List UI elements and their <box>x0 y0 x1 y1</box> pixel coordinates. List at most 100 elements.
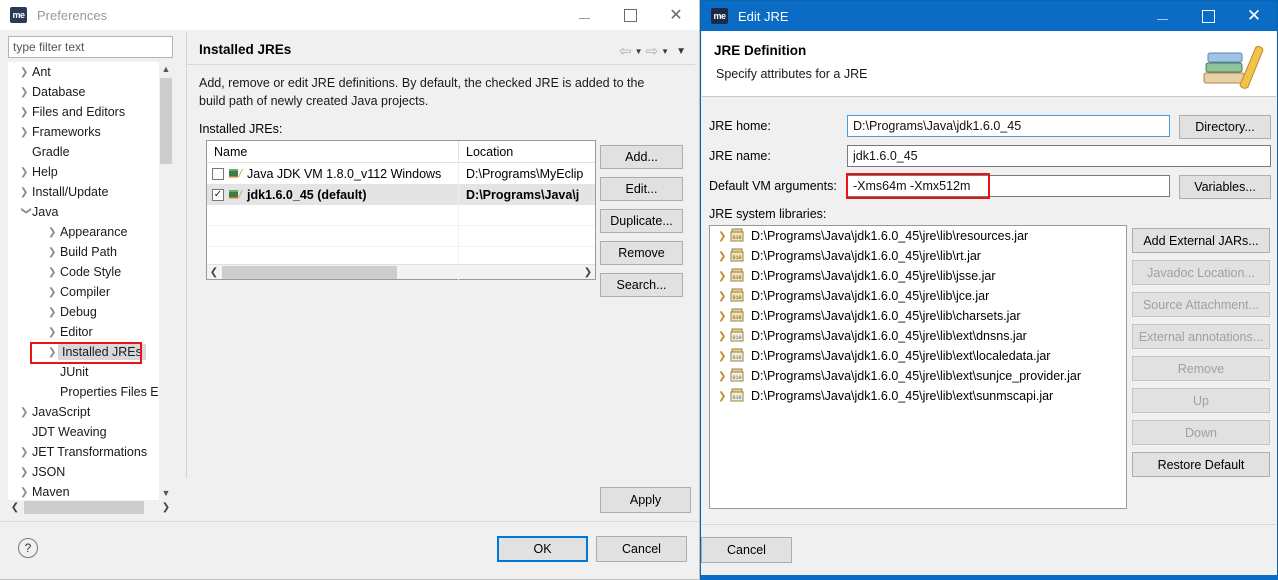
library-row[interactable]: ❯ 010 D:\Programs\Java\jdk1.6.0_45\jre\lib… <box>710 366 1126 386</box>
tree-item-files-and-editors[interactable]: ❯ Files and Editors <box>8 102 159 122</box>
forward-dropdown-icon[interactable]: ▼ <box>661 47 669 56</box>
help-icon[interactable]: ? <box>18 538 38 558</box>
installed-jres-table[interactable]: Name Location Java JDK VM 1.8.0_v112 Win… <box>206 140 596 310</box>
jre-home-input[interactable] <box>847 115 1170 137</box>
edit-jre-window-controls: ✕ <box>1139 1 1277 31</box>
maximize-icon[interactable] <box>1185 1 1231 31</box>
vm-arguments-input[interactable] <box>847 175 1170 197</box>
tree-item-junit[interactable]: JUnit <box>8 362 159 382</box>
svg-text:010: 010 <box>732 255 741 261</box>
installed-jres-label: Installed JREs: <box>199 122 283 136</box>
variables-button[interactable]: Variables... <box>1179 175 1271 199</box>
chevron-right-icon[interactable]: ❯ <box>718 391 730 402</box>
column-header-location[interactable]: Location <box>459 145 595 159</box>
duplicate-jre-button[interactable]: Duplicate... <box>600 209 683 233</box>
close-icon[interactable]: ✕ <box>1231 1 1277 31</box>
checkbox-checked[interactable]: ✓ <box>212 188 224 201</box>
library-row[interactable]: ❯ 010 D:\Programs\Java\jdk1.6.0_45\jre\lib… <box>710 246 1126 266</box>
tree-horizontal-scrollbar[interactable]: ❮ ❯ <box>8 500 173 515</box>
tree-item-database[interactable]: ❯ Database <box>8 82 159 102</box>
tree-item-debug[interactable]: ❯ Debug <box>8 302 159 322</box>
chevron-right-icon[interactable]: ❯ <box>718 351 730 362</box>
checkbox-unchecked[interactable] <box>212 167 224 180</box>
scrollbar-thumb[interactable] <box>24 501 144 514</box>
tree-item-ant[interactable]: ❯ Ant <box>8 62 159 82</box>
jre-system-libraries-list[interactable]: ❯ 010 D:\Programs\Java\jdk1.6.0_45\jre\lib… <box>709 225 1127 509</box>
scroll-up-icon[interactable]: ▲ <box>159 62 173 76</box>
scrollbar-thumb[interactable] <box>160 78 172 164</box>
chevron-right-icon[interactable]: ❯ <box>718 271 730 282</box>
scroll-left-icon[interactable]: ❮ <box>207 265 221 280</box>
back-arrow-icon[interactable]: ⇦ <box>619 42 632 60</box>
add-external-jars-button[interactable]: Add External JARs... <box>1132 228 1270 253</box>
tree-item-label: JET Transformations <box>32 445 148 459</box>
tree-item-maven[interactable]: ❯ Maven <box>8 482 159 500</box>
minimize-icon[interactable] <box>561 0 607 30</box>
preferences-tree[interactable]: ❯ Ant ❯ Database ❯ Files and Editors ❯ Frame… <box>8 62 159 500</box>
add-jre-button[interactable]: Add... <box>600 145 683 169</box>
scroll-right-icon[interactable]: ❯ <box>581 265 595 280</box>
tree-item-appearance[interactable]: ❯ Appearance <box>8 222 159 242</box>
maximize-icon[interactable] <box>607 0 653 30</box>
tree-item-help[interactable]: ❯ Help <box>8 162 159 182</box>
table-horizontal-scrollbar[interactable]: ❮ ❯ <box>207 264 595 279</box>
table-empty-row <box>207 226 595 247</box>
tree-item-label: Code Style <box>60 265 122 279</box>
library-row[interactable]: ❯ 010 D:\Programs\Java\jdk1.6.0_45\jre\lib… <box>710 326 1126 346</box>
edit-jre-button[interactable]: Edit... <box>600 177 683 201</box>
cancel-button[interactable]: Cancel <box>701 537 792 563</box>
tree-item-compiler[interactable]: ❯ Compiler <box>8 282 159 302</box>
column-header-name[interactable]: Name <box>207 140 459 163</box>
tree-item-json[interactable]: ❯ JSON <box>8 462 159 482</box>
preferences-window-title: Preferences <box>37 7 108 23</box>
minimize-icon[interactable] <box>1139 1 1185 31</box>
apply-button[interactable]: Apply <box>600 487 691 513</box>
chevron-right-icon[interactable]: ❯ <box>718 311 730 322</box>
chevron-right-icon[interactable]: ❯ <box>718 371 730 382</box>
chevron-right-icon[interactable]: ❯ <box>718 291 730 302</box>
library-row[interactable]: ❯ 010 D:\Programs\Java\jdk1.6.0_45\jre\lib… <box>710 346 1126 366</box>
search-jre-button[interactable]: Search... <box>600 273 683 297</box>
table-row[interactable]: ✓ jdk1.6.0_45 (default) D:\Programs\Java… <box>207 184 595 205</box>
tree-item-properties-files-editor[interactable]: Properties Files Ed <box>8 382 159 402</box>
tree-item-installed-jres[interactable]: ❯ Installed JREs <box>8 342 159 362</box>
forward-arrow-icon[interactable]: ⇨ <box>646 42 659 60</box>
library-row[interactable]: ❯ 010 D:\Programs\Java\jdk1.6.0_45\jre\lib… <box>710 266 1126 286</box>
scroll-left-icon[interactable]: ❮ <box>8 500 22 515</box>
tree-item-build-path[interactable]: ❯ Build Path <box>8 242 159 262</box>
close-icon[interactable]: ✕ <box>653 0 699 30</box>
tree-item-editor[interactable]: ❯ Editor <box>8 322 159 342</box>
tree-item-code-style[interactable]: ❯ Code Style <box>8 262 159 282</box>
ok-button[interactable]: OK <box>497 536 588 562</box>
remove-jre-button[interactable]: Remove <box>600 241 683 265</box>
library-row[interactable]: ❯ 010 D:\Programs\Java\jdk1.6.0_45\jre\lib… <box>710 226 1126 246</box>
tree-item-frameworks[interactable]: ❯ Frameworks <box>8 122 159 142</box>
library-row[interactable]: ❯ 010 D:\Programs\Java\jdk1.6.0_45\jre\lib… <box>710 286 1126 306</box>
cancel-button[interactable]: Cancel <box>596 536 687 562</box>
library-row[interactable]: ❯ 010 D:\Programs\Java\jdk1.6.0_45\jre\lib… <box>710 306 1126 326</box>
tree-item-jet-transformations[interactable]: ❯ JET Transformations <box>8 442 159 462</box>
restore-default-button[interactable]: Restore Default <box>1132 452 1270 477</box>
tree-item-gradle[interactable]: Gradle <box>8 142 159 162</box>
directory-button[interactable]: Directory... <box>1179 115 1271 139</box>
back-dropdown-icon[interactable]: ▼ <box>635 47 643 56</box>
filter-input[interactable] <box>8 36 173 58</box>
tree-item-label: Ant <box>32 65 51 79</box>
library-row[interactable]: ❯ 010 D:\Programs\Java\jdk1.6.0_45\jre\lib… <box>710 386 1126 406</box>
chevron-right-icon: ❯ <box>20 86 29 98</box>
tree-vertical-scrollbar[interactable]: ▲ ▼ <box>159 62 173 500</box>
jre-name-input[interactable] <box>847 145 1271 167</box>
scroll-right-icon[interactable]: ❯ <box>159 500 173 515</box>
table-row[interactable]: Java JDK VM 1.8.0_v112 Windows D:\Progra… <box>207 163 595 184</box>
tree-item-install-update[interactable]: ❯ Install/Update <box>8 182 159 202</box>
tree-item-java[interactable]: ❯ Java <box>8 202 159 222</box>
scroll-down-icon[interactable]: ▼ <box>159 486 173 500</box>
tree-item-jdt-weaving[interactable]: JDT Weaving <box>8 422 159 442</box>
chevron-right-icon[interactable]: ❯ <box>718 231 730 242</box>
chevron-right-icon: ❯ <box>20 106 29 118</box>
menu-dropdown-icon[interactable]: ▼ <box>676 46 686 57</box>
chevron-right-icon[interactable]: ❯ <box>718 251 730 262</box>
scrollbar-thumb[interactable] <box>222 266 397 279</box>
tree-item-javascript[interactable]: ❯ JavaScript <box>8 402 159 422</box>
chevron-right-icon[interactable]: ❯ <box>718 331 730 342</box>
